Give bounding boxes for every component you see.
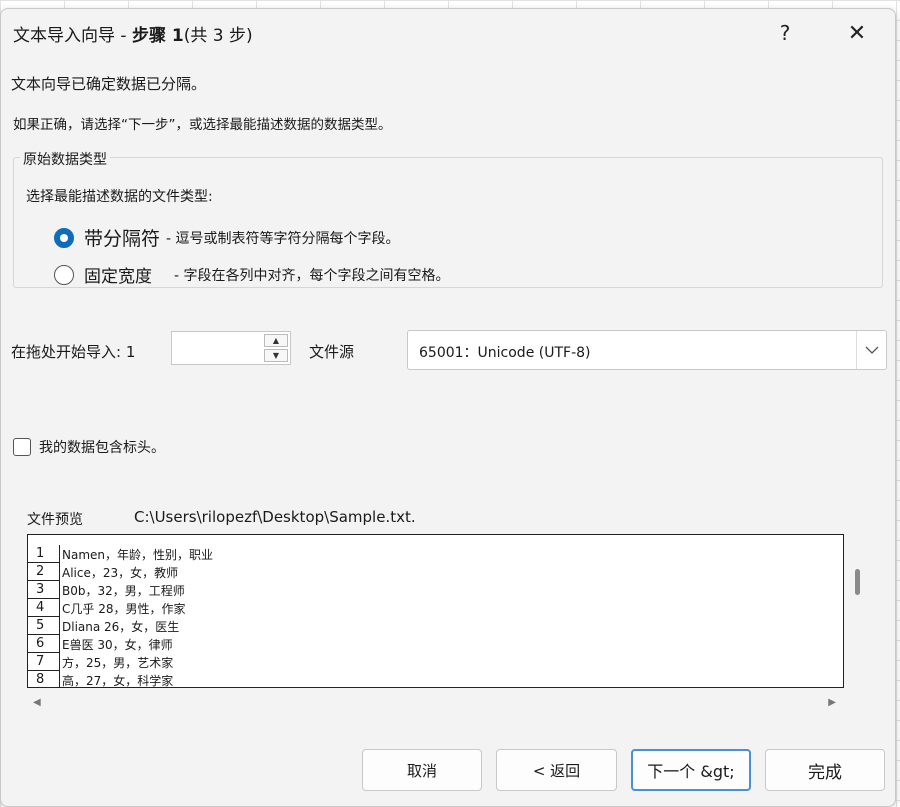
finish-button[interactable]: 完成 <box>765 749 885 791</box>
horizontal-scrollbar[interactable]: ◀ ▶ <box>27 697 844 709</box>
original-data-type-group: 原始数据类型 选择最能描述数据的文件类型: 带分隔符 - 逗号或制表符等字符分隔… <box>13 149 883 288</box>
vertical-scrollbar[interactable] <box>849 535 861 687</box>
intro-text: 文本向导已确定数据已分隔。 <box>11 75 207 93</box>
row-number: 3 <box>28 581 60 599</box>
row-text: B0b，32，男，工程师 <box>62 583 185 598</box>
row-text: Dliana 26，女，医生 <box>62 619 180 634</box>
close-icon: ✕ <box>847 20 867 46</box>
back-button[interactable]: < 返回 <box>496 749 617 791</box>
intro-instruction: 如果正确，请选择“下一步”，或选择最能描述数据的数据类型。 <box>13 117 392 133</box>
start-import-label-text: 在拖处开始导入: <box>11 343 122 361</box>
radio-delimited[interactable]: 带分隔符 - 逗号或制表符等字符分隔每个字段。 <box>54 224 400 251</box>
chevron-down-icon[interactable] <box>856 331 886 369</box>
group-prompt: 选择最能描述数据的文件类型: <box>26 189 213 205</box>
radio-delimited-description: - 逗号或制表符等字符分隔每个字段。 <box>166 230 400 247</box>
row-number: 4 <box>28 599 60 617</box>
help-icon: ? <box>779 21 791 45</box>
radio-fixed-width[interactable]: 固定宽度 - 字段在各列中对齐，每个字段之间有空格。 <box>54 262 450 287</box>
radio-delimited-label: 带分隔符 <box>84 228 161 250</box>
preview-row: 8 高，27，女，科学家 <box>28 671 174 688</box>
preview-file-path: C:\Users\rilopezf\Desktop\Sample.txt. <box>134 508 416 526</box>
file-origin-label: 文件源 <box>309 343 355 361</box>
radio-fixed-width-description: - 字段在各列中对齐，每个字段之间有空格。 <box>174 267 450 284</box>
title-bar: 文本导入向导 - 步骤 1(共 3 步) ? ✕ <box>1 9 895 55</box>
spinner-buttons: ▲ ▼ <box>264 334 288 362</box>
start-import-label: 在拖处开始导入: 1 <box>11 341 135 362</box>
cancel-button[interactable]: 取消 <box>362 749 482 791</box>
row-text: Alice，23，女，教师 <box>62 565 179 580</box>
spin-down-icon[interactable]: ▼ <box>264 349 288 362</box>
row-text: Namen，年龄，性别，职业 <box>62 547 214 562</box>
preview-row: 2 Alice，23，女，教师 <box>28 563 178 581</box>
headers-checkbox-row[interactable]: 我的数据包含标头。 <box>13 437 165 457</box>
headers-checkbox[interactable] <box>13 438 31 456</box>
title-total: (共 3 步) <box>183 26 253 46</box>
close-button[interactable]: ✕ <box>837 15 877 51</box>
preview-row: 3 B0b，32，男，工程师 <box>28 581 185 599</box>
text-import-wizard-dialog: 文本导入向导 - 步骤 1(共 3 步) ? ✕ 文本向导已确定数据已分隔。 如… <box>0 8 896 807</box>
headers-checkbox-label: 我的数据包含标头。 <box>39 440 165 456</box>
title-prefix: 文本导入向导 - <box>13 26 132 46</box>
radio-button-unchecked[interactable] <box>54 264 74 285</box>
row-text: C几乎 28，男性，作家 <box>62 601 186 616</box>
spin-up-icon[interactable]: ▲ <box>264 334 288 347</box>
start-row-spinner[interactable]: ▲ ▼ <box>171 331 291 365</box>
group-legend: 原始数据类型 <box>20 149 110 169</box>
preview-label: 文件预览 <box>27 512 83 528</box>
preview-row: 7 方，25，男，艺术家 <box>28 653 173 671</box>
row-number: 1 <box>28 545 60 563</box>
scroll-left-icon[interactable]: ◀ <box>33 697 41 708</box>
start-import-value: 1 <box>125 343 136 361</box>
radio-fixed-width-label: 固定宽度 <box>84 267 152 287</box>
next-button[interactable]: 下一个 &gt; <box>631 749 751 791</box>
file-origin-select[interactable]: 65001：Unicode (UTF-8) <box>407 330 887 370</box>
preview-row: 4 C几乎 28，男性，作家 <box>28 599 185 617</box>
row-number: 6 <box>28 635 60 653</box>
row-text: 方，25，男，艺术家 <box>62 655 174 670</box>
row-number: 2 <box>28 563 60 581</box>
file-preview-pane[interactable]: 1 Namen，年龄，性别，职业 2 Alice，23，女，教师 3 B0b，3… <box>27 534 844 688</box>
preview-row: 5 Dliana 26，女，医生 <box>28 617 179 635</box>
row-number: 5 <box>28 617 60 635</box>
title-step: 步骤 1 <box>131 26 184 46</box>
radio-button-checked[interactable] <box>54 227 74 248</box>
row-text: 高，27，女，科学家 <box>62 673 174 688</box>
scroll-right-icon[interactable]: ▶ <box>828 697 836 708</box>
file-origin-value: 65001：Unicode (UTF-8) <box>419 345 591 361</box>
preview-row: 6 E兽医 30，女，律师 <box>28 635 173 653</box>
preview-row: 1 Namen，年龄，性别，职业 <box>28 545 213 563</box>
row-text: E兽医 30，女，律师 <box>62 637 173 652</box>
row-number: 8 <box>28 671 60 687</box>
scrollbar-thumb[interactable] <box>855 569 860 595</box>
dialog-title: 文本导入向导 - 步骤 1(共 3 步) <box>13 21 253 46</box>
row-number: 7 <box>28 653 60 671</box>
help-button[interactable]: ? <box>765 15 805 51</box>
